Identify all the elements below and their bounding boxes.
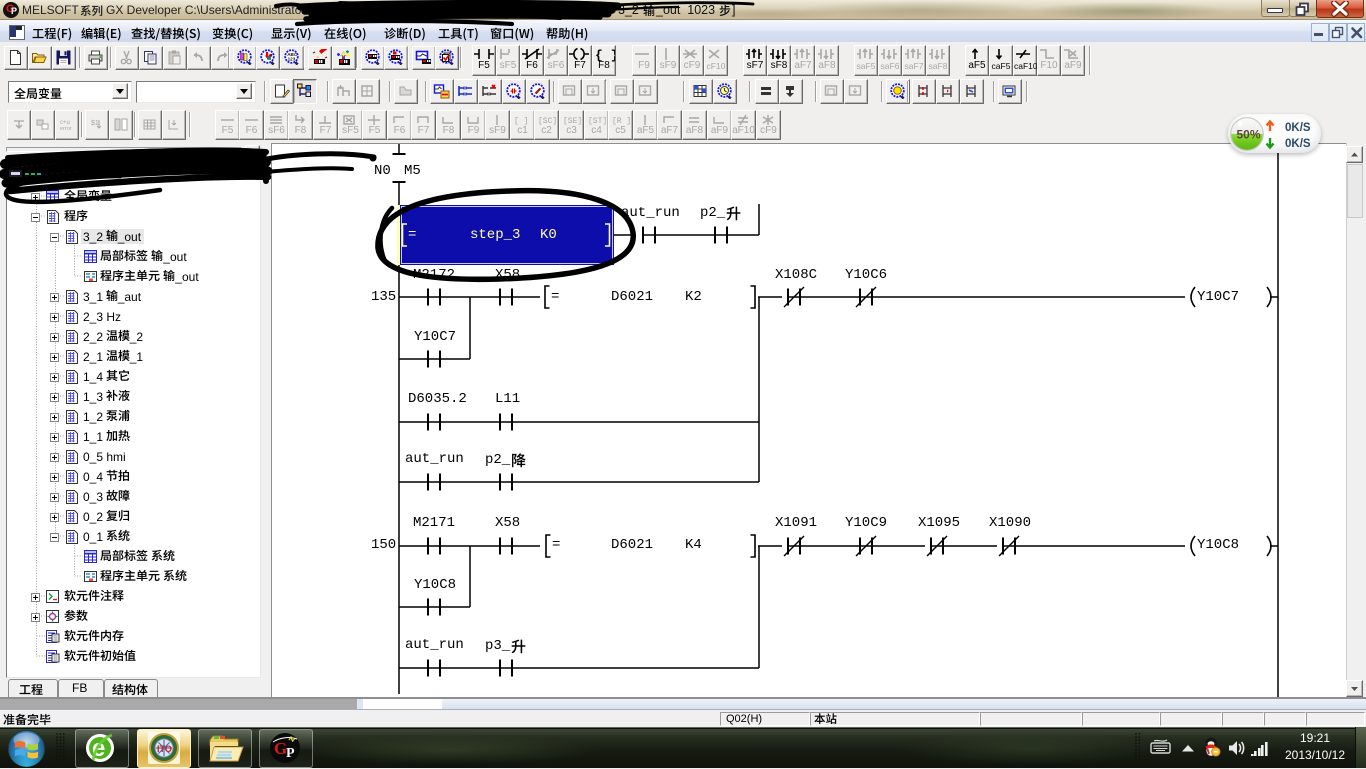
svg-text:0K/S: 0K/S: [1285, 122, 1311, 134]
svg-text:ITO: ITO: [157, 744, 172, 754]
svg-text:50%: 50%: [1237, 128, 1261, 142]
svg-text:P: P: [286, 746, 295, 761]
svg-text:123: 123: [288, 57, 296, 62]
svg-text:$1: $1: [91, 120, 99, 127]
svg-text:error: error: [60, 126, 72, 132]
svg-text:0K/S: 0K/S: [1285, 138, 1311, 150]
